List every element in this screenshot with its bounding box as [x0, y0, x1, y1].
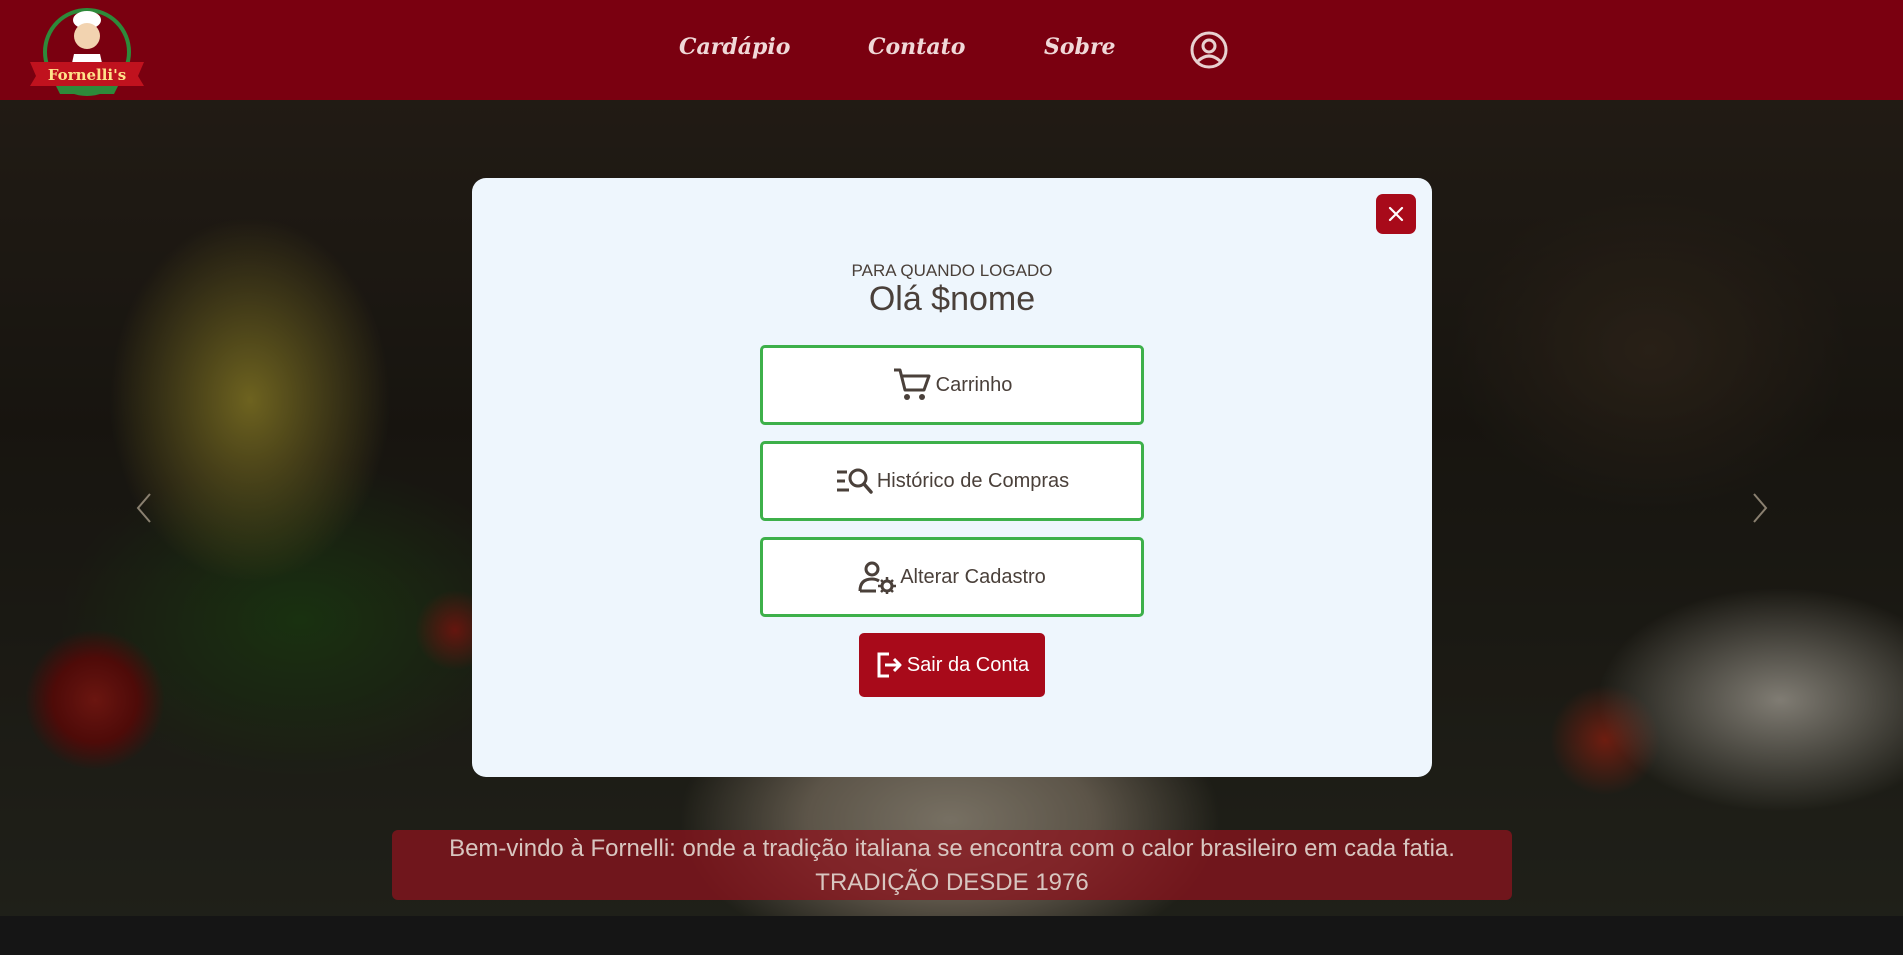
nav-cardapio[interactable]: Cardápio [679, 34, 790, 60]
nav-sobre[interactable]: Sobre [1044, 34, 1116, 60]
close-icon [1388, 206, 1404, 222]
user-circle-icon[interactable] [1190, 31, 1228, 69]
account-modal: PARA QUANDO LOGADO Olá $nome Carrinho Hi… [472, 178, 1432, 777]
welcome-banner: Bem-vindo à Fornelli: onde a tradição it… [392, 830, 1512, 900]
tradition-text: TRADIÇÃO DESDE 1976 [815, 869, 1089, 896]
logout-button[interactable]: Sair da Conta [859, 633, 1045, 697]
main-nav: Cardápio Contato Sobre [0, 0, 1903, 100]
cart-label: Carrinho [935, 373, 1013, 396]
logout-label: Sair da Conta [906, 653, 1030, 676]
site-header: Fornelli's Cardápio Contato Sobre [0, 0, 1903, 100]
welcome-text: Bem-vindo à Fornelli: onde a tradição it… [449, 835, 1455, 862]
list-search-icon [836, 468, 873, 494]
carousel-next-icon[interactable] [1752, 492, 1768, 524]
cart-button[interactable]: Carrinho [760, 345, 1144, 425]
edit-profile-button[interactable]: Alterar Cadastro [760, 537, 1144, 617]
carousel-prev-icon[interactable] [136, 492, 152, 524]
cart-icon [893, 368, 931, 400]
footer-doodle-strip [0, 916, 1903, 955]
purchase-history-label: Histórico de Compras [876, 469, 1070, 492]
modal-title: Olá $nome [868, 280, 1036, 318]
logout-icon [877, 652, 902, 678]
nav-contato[interactable]: Contato [868, 34, 965, 60]
edit-profile-label: Alterar Cadastro [900, 565, 1046, 588]
close-button[interactable] [1376, 194, 1416, 234]
modal-subtitle: PARA QUANDO LOGADO [851, 261, 1053, 280]
user-settings-icon [858, 561, 897, 594]
purchase-history-button[interactable]: Histórico de Compras [760, 441, 1144, 521]
